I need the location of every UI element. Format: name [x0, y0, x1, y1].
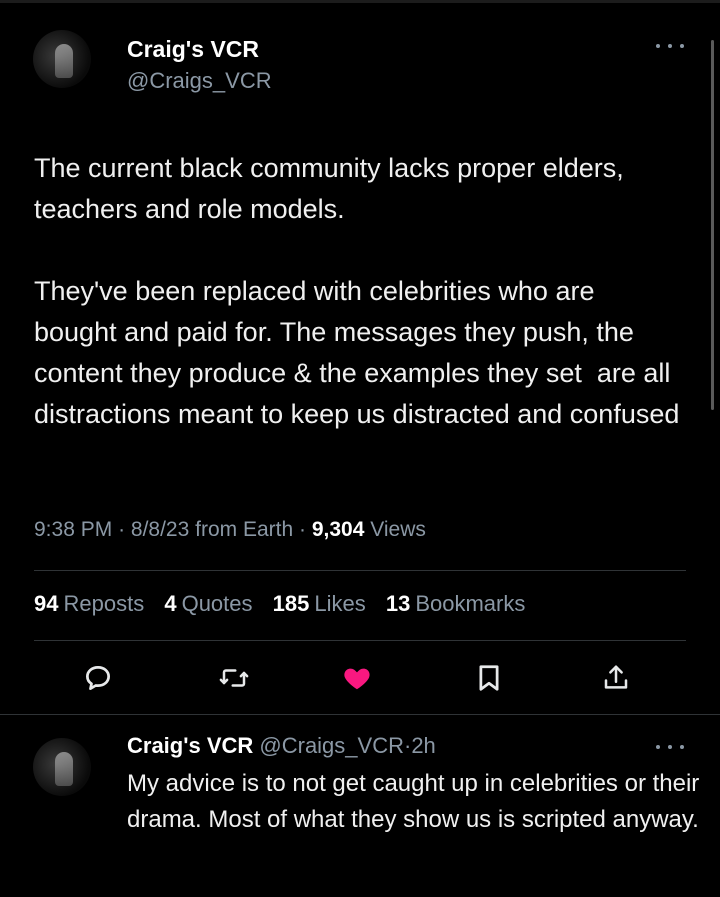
reply-more-options-icon[interactable]	[656, 741, 684, 753]
tweet-date[interactable]: 8/8/23	[131, 518, 189, 541]
author-handle[interactable]: @Craigs_VCR	[127, 68, 272, 94]
reposts-stat[interactable]: 94 Reposts	[34, 591, 144, 616]
tweet-meta: 9:38 PM · 8/8/23 from Earth · 9,304 View…	[34, 518, 426, 542]
likes-label: Likes	[314, 591, 366, 616]
like-button[interactable]	[341, 662, 373, 694]
reposts-label: Reposts	[63, 591, 145, 616]
divider	[0, 714, 720, 715]
repost-button[interactable]	[218, 662, 250, 694]
divider	[34, 570, 686, 571]
share-button[interactable]	[600, 662, 632, 694]
more-options-icon[interactable]	[656, 40, 684, 52]
tweet-source: from Earth	[195, 518, 294, 541]
tweet-time[interactable]: 9:38 PM	[34, 518, 112, 541]
bookmark-icon	[479, 665, 499, 691]
reposts-count: 94	[34, 591, 59, 616]
views-label: Views	[370, 518, 426, 541]
quotes-label: Quotes	[181, 591, 253, 616]
quotes-stat[interactable]: 4 Quotes	[164, 591, 252, 616]
reply-text: My advice is to not get caught up in cel…	[127, 770, 700, 833]
reply-author-name[interactable]: Craig's VCR	[127, 733, 253, 758]
bookmarks-label: Bookmarks	[415, 591, 526, 616]
bookmarks-stat[interactable]: 13 Bookmarks	[386, 591, 526, 616]
reply-header: Craig's VCR @Craigs_VCR·2h	[127, 733, 436, 759]
meta-separator: ·	[299, 518, 307, 541]
top-edge	[0, 0, 720, 3]
reply-icon	[86, 666, 110, 690]
likes-stat[interactable]: 185 Likes	[273, 591, 366, 616]
repost-icon	[219, 669, 249, 687]
share-icon	[604, 665, 628, 689]
scrollbar[interactable]	[711, 40, 714, 410]
author-avatar[interactable]	[33, 30, 91, 88]
author-name[interactable]: Craig's VCR	[127, 36, 259, 63]
quotes-count: 4	[164, 591, 177, 616]
reply-author-handle[interactable]: @Craigs_VCR	[259, 733, 404, 758]
likes-count: 185	[272, 591, 310, 616]
reply-button[interactable]	[82, 662, 114, 694]
bookmarks-count: 13	[385, 591, 411, 616]
divider	[34, 640, 686, 641]
reply-author-avatar[interactable]	[33, 738, 91, 796]
heart-icon	[344, 668, 370, 690]
reply-time[interactable]: 2h	[411, 733, 435, 758]
engagement-stats: 94 Reposts 4 Quotes 185 Likes 13 Bookmarks	[34, 591, 539, 617]
bookmark-button[interactable]	[473, 662, 505, 694]
meta-separator: ·	[118, 518, 126, 541]
views-count: 9,304	[311, 518, 365, 541]
tweet-text: The current black community lacks proper…	[34, 153, 680, 429]
